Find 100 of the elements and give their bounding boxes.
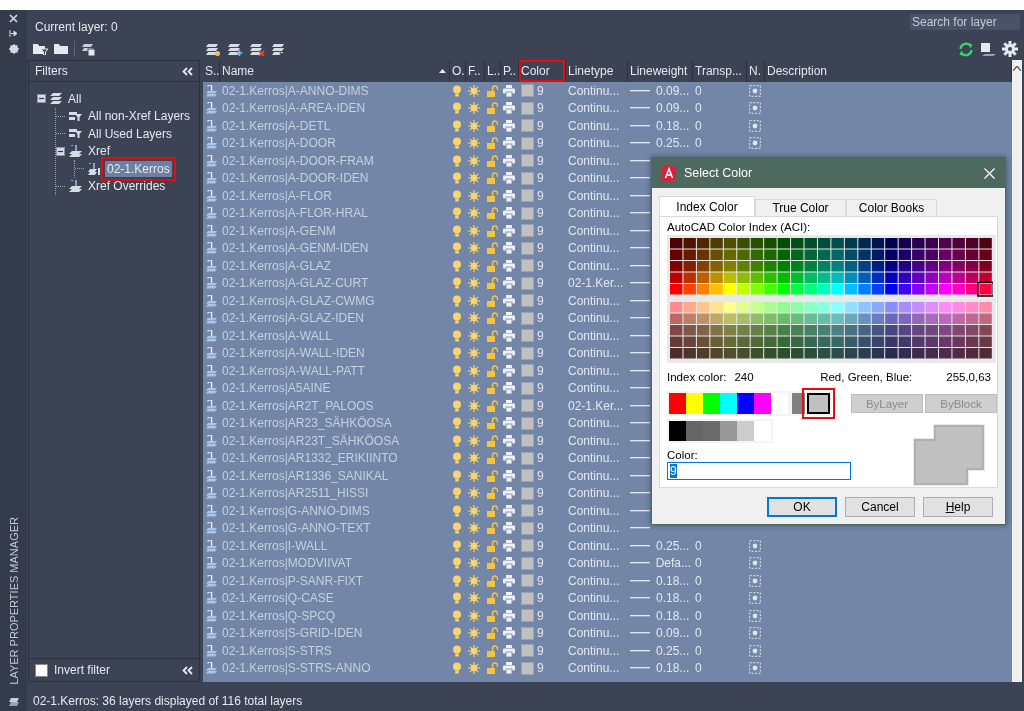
layer-name[interactable]: 02-1.Kerros|S-GRID-IDEN xyxy=(220,624,450,642)
color-index[interactable]: 9 xyxy=(537,328,544,343)
lightbulb-icon[interactable] xyxy=(452,452,462,465)
layer-name[interactable]: 02-1.Kerros|AR2T_PALOOS xyxy=(220,397,450,415)
viewport-icon[interactable] xyxy=(749,102,761,115)
sun-icon[interactable] xyxy=(468,207,480,220)
sun-icon[interactable] xyxy=(468,487,480,500)
linetype[interactable]: Continu... xyxy=(566,607,628,625)
linetype[interactable]: Continu... xyxy=(566,152,628,170)
sun-icon[interactable] xyxy=(468,329,480,342)
viewport-icon[interactable] xyxy=(749,557,761,570)
printer-icon[interactable] xyxy=(503,312,515,325)
open-padlock-icon[interactable] xyxy=(487,242,498,255)
sort-arrow-icon[interactable] xyxy=(439,69,446,73)
viewport-icon[interactable] xyxy=(749,84,761,97)
color-index[interactable]: 9 xyxy=(537,118,544,133)
column-header[interactable]: P.. xyxy=(501,60,519,82)
lightbulb-icon[interactable] xyxy=(452,627,462,640)
color-index[interactable]: 9 xyxy=(537,503,544,518)
settings-icon[interactable] xyxy=(8,44,19,54)
color-index[interactable]: 9 xyxy=(537,346,544,361)
printer-icon[interactable] xyxy=(503,347,515,360)
lightbulb-icon[interactable] xyxy=(452,259,462,272)
open-padlock-icon[interactable] xyxy=(487,189,498,202)
linetype[interactable]: Continu... xyxy=(566,449,628,467)
printer-icon[interactable] xyxy=(503,259,515,272)
layer-name[interactable]: 02-1.Kerros|A-WALL-PATT xyxy=(220,362,450,380)
lineweight-value[interactable]: 0.18... xyxy=(656,591,690,606)
printer-icon[interactable] xyxy=(503,504,515,517)
color-index[interactable]: 9 xyxy=(537,153,544,168)
layer-name[interactable]: 02-1.Kerros|A-GENM-IDEN xyxy=(220,239,450,257)
layer-name[interactable]: 02-1.Kerros|A-DOOR-FRAM xyxy=(220,152,450,170)
sun-icon[interactable] xyxy=(468,592,480,605)
collapse-panel-icon[interactable] xyxy=(182,665,193,675)
sun-icon[interactable] xyxy=(468,364,480,377)
linetype[interactable]: Continu... xyxy=(566,642,628,660)
sun-icon[interactable] xyxy=(468,662,480,675)
open-padlock-icon[interactable] xyxy=(487,329,498,342)
linetype[interactable]: Continu... xyxy=(566,414,628,432)
open-padlock-icon[interactable] xyxy=(487,504,498,517)
lightbulb-icon[interactable] xyxy=(452,469,462,482)
lightbulb-icon[interactable] xyxy=(452,84,462,97)
open-padlock-icon[interactable] xyxy=(487,627,498,640)
sun-icon[interactable] xyxy=(468,452,480,465)
lightbulb-icon[interactable] xyxy=(452,504,462,517)
linetype[interactable]: Continu... xyxy=(566,309,628,327)
color-swatch[interactable] xyxy=(720,393,737,414)
color-index[interactable]: 9 xyxy=(537,661,544,676)
layer-name[interactable]: 02-1.Kerros|AR23T_SÄHKÖOSA xyxy=(220,432,450,450)
layer-name[interactable]: 02-1.Kerros|S-STRS xyxy=(220,642,450,660)
printer-icon[interactable] xyxy=(503,417,515,430)
sun-icon[interactable] xyxy=(468,137,480,150)
color-index[interactable]: 9 xyxy=(537,626,544,641)
open-padlock-icon[interactable] xyxy=(487,522,498,535)
viewport-icon[interactable] xyxy=(749,119,761,132)
printer-icon[interactable] xyxy=(503,102,515,115)
linetype[interactable]: Continu... xyxy=(566,572,628,590)
transparency-value[interactable]: 0 xyxy=(695,83,702,98)
lineweight-value[interactable]: 0.18... xyxy=(656,118,690,133)
sun-icon[interactable] xyxy=(468,609,480,622)
sun-icon[interactable] xyxy=(468,259,480,272)
transparency-value[interactable]: 0 xyxy=(695,626,702,641)
lightbulb-icon[interactable] xyxy=(452,574,462,587)
linetype[interactable]: Continu... xyxy=(566,537,628,555)
lightbulb-icon[interactable] xyxy=(452,399,462,412)
color-swatch[interactable] xyxy=(669,421,686,441)
column-header[interactable]: Color xyxy=(519,60,566,82)
open-padlock-icon[interactable] xyxy=(487,662,498,675)
printer-icon[interactable] xyxy=(503,557,515,570)
column-header[interactable]: S.. xyxy=(203,60,220,82)
lightbulb-icon[interactable] xyxy=(452,434,462,447)
sun-icon[interactable] xyxy=(468,277,480,290)
linetype[interactable]: Continu... xyxy=(566,292,628,310)
color-index[interactable]: 9 xyxy=(537,363,544,378)
layer-name[interactable]: 02-1.Kerros|A-FLOR xyxy=(220,187,450,205)
layer-name[interactable]: 02-1.Kerros|I-WALL xyxy=(220,537,450,555)
transparency-value[interactable]: 0 xyxy=(695,118,702,133)
color-swatch[interactable] xyxy=(703,421,720,441)
layer-name[interactable]: 02-1.Kerros|G-ANNO-TEXT xyxy=(220,519,450,537)
linetype[interactable]: Continu... xyxy=(566,484,628,502)
color-index[interactable]: 9 xyxy=(537,241,544,256)
linetype[interactable]: Continu... xyxy=(566,82,628,100)
open-padlock-icon[interactable] xyxy=(487,364,498,377)
dialog-button[interactable]: OK xyxy=(767,497,837,517)
layer-sheet-icon[interactable] xyxy=(7,697,20,707)
transparency-value[interactable]: 0 xyxy=(695,556,702,571)
lightbulb-icon[interactable] xyxy=(452,224,462,237)
layer-name[interactable]: 02-1.Kerros|A-DOOR-IDEN xyxy=(220,169,450,187)
sun-icon[interactable] xyxy=(468,312,480,325)
printer-icon[interactable] xyxy=(503,189,515,202)
lightbulb-icon[interactable] xyxy=(452,644,462,657)
printer-icon[interactable] xyxy=(503,522,515,535)
lightbulb-icon[interactable] xyxy=(452,557,462,570)
color-index[interactable]: 9 xyxy=(537,83,544,98)
layer-name[interactable]: 02-1.Kerros|P-SANR-FIXT xyxy=(220,572,450,590)
new-layer-icon[interactable] xyxy=(205,42,221,56)
lightbulb-icon[interactable] xyxy=(452,312,462,325)
layer-name[interactable]: 02-1.Kerros|MODVIIVAT xyxy=(220,554,450,572)
color-index[interactable]: 9 xyxy=(537,136,544,151)
open-padlock-icon[interactable] xyxy=(487,277,498,290)
